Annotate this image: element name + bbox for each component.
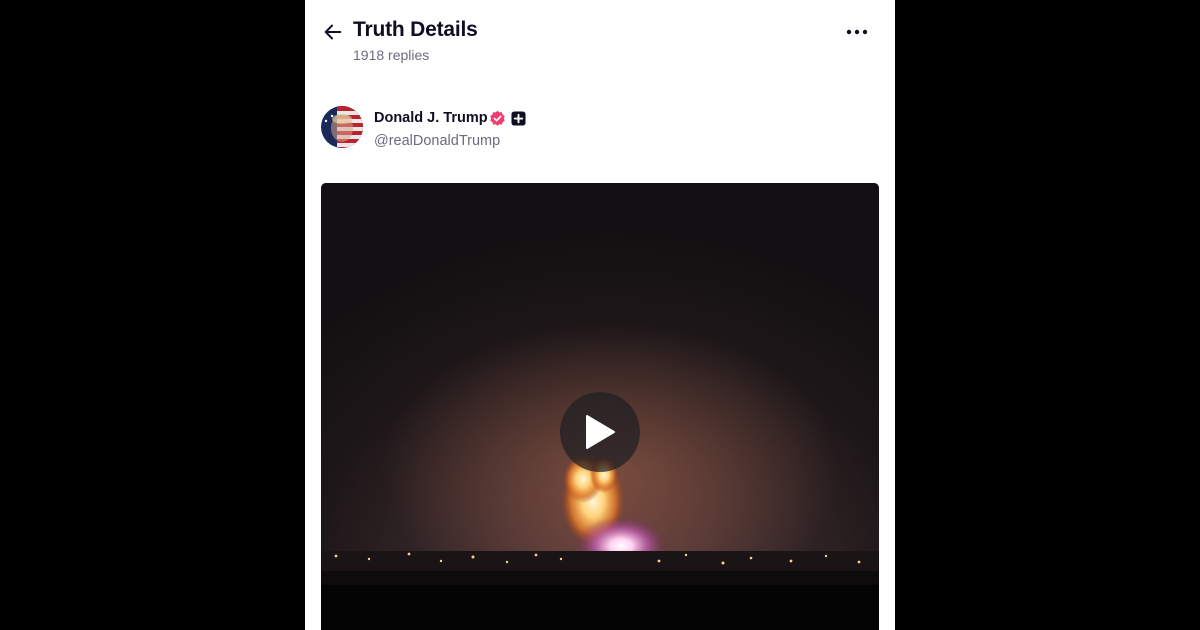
avatar[interactable] xyxy=(321,106,363,148)
author-name[interactable]: Donald J. Trump xyxy=(374,110,488,126)
more-options-button[interactable] xyxy=(841,20,873,44)
verified-check-icon xyxy=(490,110,505,126)
plus-badge-icon xyxy=(511,111,526,126)
arrow-left-icon xyxy=(324,24,342,40)
author-badges xyxy=(489,110,526,127)
play-button[interactable] xyxy=(560,392,640,472)
more-horizontal-icon xyxy=(846,29,868,35)
truth-details-panel: Truth Details 1918 replies Donald J. Tru… xyxy=(305,0,895,630)
back-button[interactable] xyxy=(319,18,347,46)
play-icon xyxy=(586,415,615,449)
post-author: Donald J. Trump @realDonaldTrump xyxy=(321,106,881,154)
video-player[interactable] xyxy=(321,183,879,630)
author-handle[interactable]: @realDonaldTrump xyxy=(374,133,500,149)
header: Truth Details 1918 replies xyxy=(305,0,895,80)
replies-count: 1918 replies xyxy=(353,47,430,63)
page-title: Truth Details xyxy=(353,18,478,41)
